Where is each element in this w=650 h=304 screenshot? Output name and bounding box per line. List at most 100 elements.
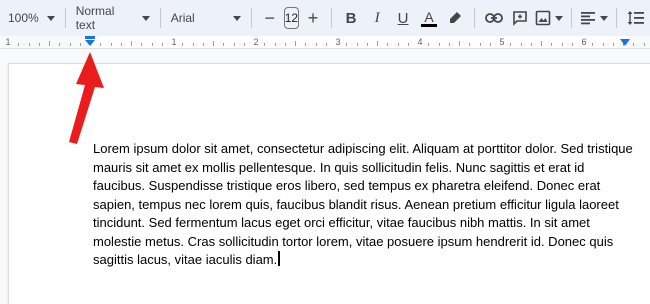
ruler-tick: [79, 43, 81, 46]
document-paragraph[interactable]: Lorem ipsum dolor sit amet, consectetur …: [93, 140, 633, 270]
ruler-tick: [141, 43, 143, 46]
ruler-tick: [202, 43, 204, 46]
toolbar-divider: [571, 8, 573, 28]
ruler-tick: [541, 41, 542, 46]
italic-icon: I: [374, 9, 380, 26]
ruler-tick: [407, 43, 409, 46]
ruler-tick: [448, 43, 450, 46]
align-left-icon: [581, 12, 596, 25]
ruler-tick: [377, 41, 378, 46]
ruler-tick: [233, 43, 235, 46]
align-dropdown[interactable]: [578, 5, 610, 31]
text-color-icon: A: [424, 8, 434, 25]
ruler-number: 4: [417, 37, 423, 47]
ruler-tick: [438, 43, 440, 46]
ruler-tick: [59, 43, 61, 46]
ruler-tick: [561, 43, 563, 46]
ruler-tick: [469, 43, 471, 46]
underline-button[interactable]: U: [390, 5, 416, 31]
ruler-tick: [315, 43, 317, 46]
ruler-tick: [182, 43, 184, 46]
line-spacing-button[interactable]: [623, 5, 649, 31]
ruler-tick: [264, 43, 266, 46]
ruler-tick: [459, 41, 460, 46]
highlighter-icon: [450, 12, 462, 23]
ruler-tick: [192, 43, 194, 46]
font-dropdown[interactable]: Arial: [167, 5, 245, 31]
comment-add-icon: [513, 11, 527, 26]
image-icon: [535, 10, 551, 26]
ruler-tick: [110, 43, 112, 46]
insert-link-button[interactable]: [481, 5, 507, 31]
paragraph-style-value: Normal text: [75, 4, 115, 32]
ruler-tick: [325, 43, 327, 46]
ruler-tick: [223, 43, 225, 46]
text-color-button[interactable]: A: [416, 5, 442, 31]
bold-button[interactable]: B: [338, 5, 364, 31]
text-cursor: [278, 251, 280, 266]
insert-image-button[interactable]: [533, 5, 565, 31]
font-value: Arial: [170, 11, 195, 25]
ruler-tick: [356, 43, 358, 46]
ruler-tick: [100, 43, 102, 46]
zoom-dropdown[interactable]: 100%: [4, 5, 59, 31]
ruler-number: 3: [335, 37, 341, 47]
highlight-color-button[interactable]: [442, 5, 468, 31]
zoom-value: 100%: [8, 11, 39, 25]
toolbar-divider: [616, 8, 618, 28]
document-page[interactable]: Lorem ipsum dolor sit amet, consectetur …: [8, 63, 650, 304]
chevron-down-icon: [232, 15, 241, 21]
toolbar-divider: [474, 8, 476, 28]
ruler-tick: [633, 43, 635, 46]
ruler-tick: [38, 43, 40, 46]
font-size-value: 12: [284, 11, 299, 25]
paragraph-text: Lorem ipsum dolor sit amet, consectetur …: [93, 141, 633, 267]
ruler-number: 6: [581, 37, 587, 47]
ruler-tick: [151, 43, 153, 46]
chevron-down-icon: [141, 15, 150, 21]
ruler-tick: [592, 43, 594, 46]
ruler-tick: [387, 43, 389, 46]
ruler-tick: [551, 43, 553, 46]
italic-button[interactable]: I: [364, 5, 390, 31]
font-size-input[interactable]: 12: [283, 7, 300, 29]
ruler-tick: [274, 43, 276, 46]
paragraph-style-dropdown[interactable]: Normal text: [72, 4, 154, 32]
ruler-tick: [346, 43, 348, 46]
ruler-tick: [49, 41, 50, 46]
ruler-tick: [428, 43, 430, 46]
ruler-number: 1: [171, 37, 177, 47]
ruler-tick: [643, 43, 645, 46]
plus-icon: +: [307, 7, 319, 28]
ruler-tick: [530, 43, 532, 46]
line-spacing-icon: [627, 11, 645, 25]
ruler-tick: [366, 43, 368, 46]
ruler-tick: [213, 41, 214, 46]
ruler-number: 1: [5, 37, 11, 47]
decrease-font-size-button[interactable]: −: [258, 5, 282, 31]
toolbar-divider: [64, 8, 66, 28]
ruler-tick: [520, 43, 522, 46]
underline-icon: U: [397, 9, 409, 27]
ruler-tick: [120, 43, 122, 46]
ruler-tick: [295, 41, 296, 46]
toolbar-divider: [250, 8, 252, 28]
ruler-tick: [479, 43, 481, 46]
left-indent-marker[interactable]: [84, 36, 96, 48]
ruler-tick: [18, 43, 20, 46]
link-icon: [485, 13, 503, 23]
ruler-tick: [489, 43, 491, 46]
ruler-tick: [571, 43, 573, 46]
toolbar-divider: [331, 8, 333, 28]
insert-comment-button[interactable]: [507, 5, 533, 31]
ruler-tick: [284, 43, 286, 46]
text-color-swatch: [421, 23, 438, 27]
ruler-tick: [131, 41, 132, 46]
formatting-toolbar: 100% Normal text Arial − 12 + B I U A: [0, 0, 650, 36]
horizontal-ruler[interactable]: 1 1 2 3 4 5 6: [0, 36, 650, 49]
toolbar-divider: [159, 8, 161, 28]
ruler-tick: [510, 43, 512, 46]
chevron-down-icon: [46, 15, 55, 21]
increase-font-size-button[interactable]: +: [301, 5, 325, 31]
minus-icon: −: [264, 7, 275, 28]
